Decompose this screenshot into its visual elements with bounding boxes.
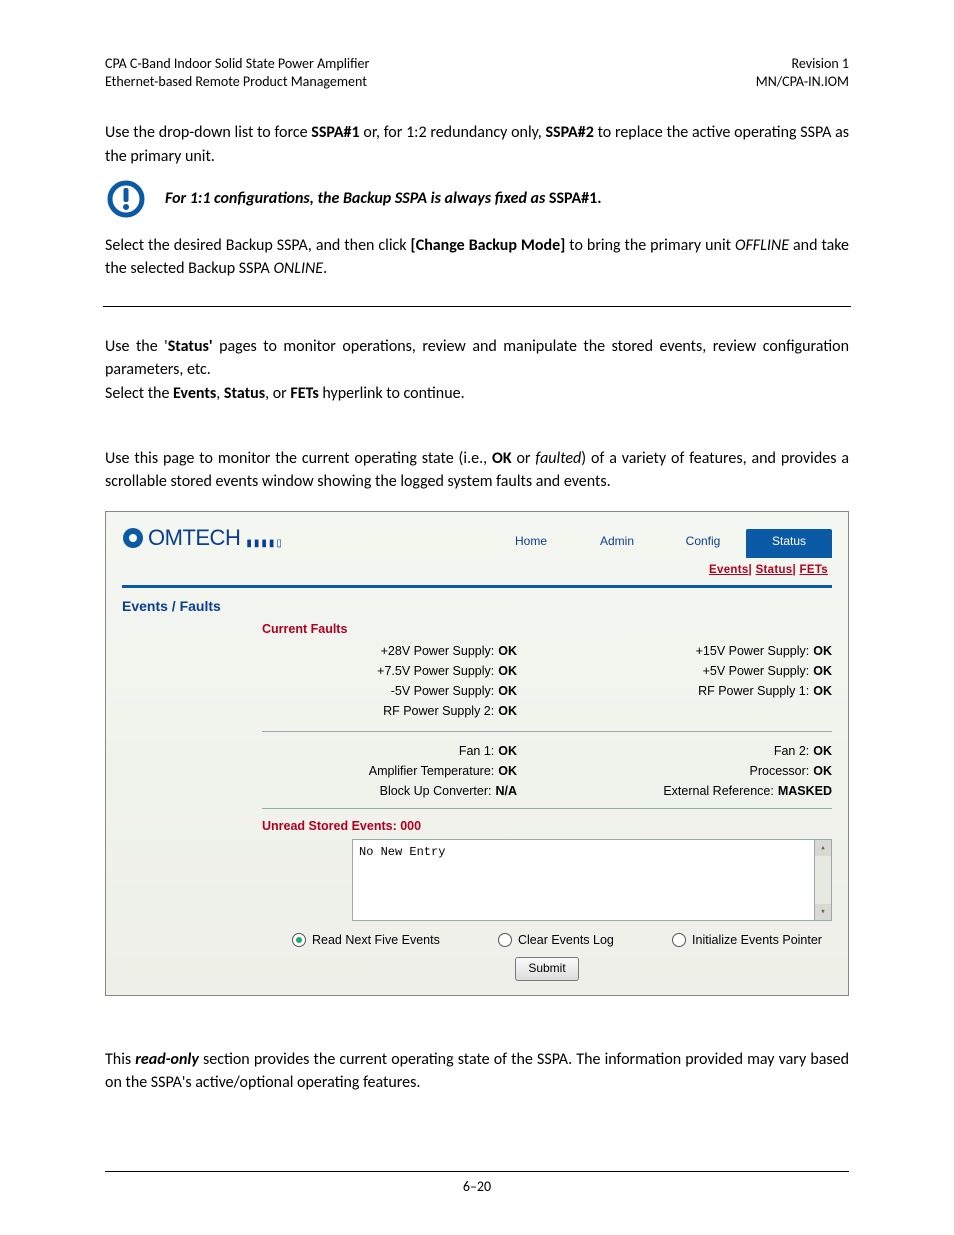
paragraph-select-hyperlink: Select the Events, Status, or FETs hyper… bbox=[105, 382, 849, 405]
paragraph-status-pages: Use the 'Status' pages to monitor operat… bbox=[105, 335, 849, 381]
table-row: +28V Power Supply: OK bbox=[262, 642, 517, 660]
brand-tail-icon: ▮▮▮▮▯ bbox=[246, 537, 284, 552]
table-row: +15V Power Supply: OK bbox=[577, 642, 832, 660]
table-row: Block Up Converter: N/A bbox=[262, 782, 517, 800]
submit-button[interactable]: Submit bbox=[515, 957, 578, 980]
table-row: Fan 2: OK bbox=[577, 742, 832, 760]
table-row: RF Power Supply 1: OK bbox=[577, 682, 832, 700]
table-row: Fan 1: OK bbox=[262, 742, 517, 760]
table-row: -5V Power Supply: OK bbox=[262, 682, 517, 700]
radio-clear-log[interactable]: Clear Events Log bbox=[498, 931, 614, 949]
faults-grid: +28V Power Supply: OK +15V Power Supply:… bbox=[262, 642, 832, 800]
note-text: For 1:1 configurations, the Backup SSPA … bbox=[165, 187, 602, 210]
subtab-fets[interactable]: FETs bbox=[800, 564, 828, 576]
tab-config[interactable]: Config bbox=[660, 529, 746, 558]
tab-home[interactable]: Home bbox=[488, 529, 574, 558]
subtab-status[interactable]: Status bbox=[756, 564, 793, 576]
paragraph-monitor-state: Use this page to monitor the current ope… bbox=[105, 447, 849, 493]
webui-screenshot: OMTECH ▮▮▮▮▯ Home Admin Config Status Ev… bbox=[105, 511, 849, 996]
table-row: +7.5V Power Supply: OK bbox=[262, 662, 517, 680]
page-number: 6–20 bbox=[463, 1178, 491, 1195]
events-action-radios: Read Next Five Events Clear Events Log I… bbox=[292, 931, 822, 949]
page-header: CPA C-Band Indoor Solid State Power Ampl… bbox=[105, 55, 849, 91]
table-row: External Reference: MASKED bbox=[577, 782, 832, 800]
alert-icon bbox=[105, 178, 147, 220]
table-row: Processor: OK bbox=[577, 762, 832, 780]
tab-admin[interactable]: Admin bbox=[574, 529, 660, 558]
radio-read-next[interactable]: Read Next Five Events bbox=[292, 931, 440, 949]
header-left-1: CPA C-Band Indoor Solid State Power Ampl… bbox=[105, 55, 369, 73]
page-footer: 6–20 bbox=[0, 1171, 954, 1195]
brand-logo: OMTECH ▮▮▮▮▯ bbox=[122, 522, 302, 560]
events-log-content: No New Entry bbox=[359, 845, 445, 859]
paragraph-force-sspa: Use the drop-down list to force SSPA#1 o… bbox=[105, 121, 849, 167]
header-right-2: MN/CPA-IN.IOM bbox=[756, 73, 849, 91]
table-row: RF Power Supply 2: OK bbox=[262, 702, 517, 720]
table-row: Amplifier Temperature: OK bbox=[262, 762, 517, 780]
table-row: +5V Power Supply: OK bbox=[577, 662, 832, 680]
header-right-1: Revision 1 bbox=[756, 55, 849, 73]
sub-tabs: Events| Status| FETs bbox=[122, 558, 832, 588]
events-faults-title: Events / Faults bbox=[122, 596, 832, 616]
divider bbox=[262, 808, 832, 809]
header-left-2: Ethernet-based Remote Product Management bbox=[105, 73, 369, 91]
scroll-up-icon[interactable]: ▴ bbox=[815, 840, 831, 856]
note-backup-fixed: For 1:1 configurations, the Backup SSPA … bbox=[105, 178, 849, 220]
scroll-down-icon[interactable]: ▾ bbox=[815, 904, 831, 920]
paragraph-change-backup: Select the desired Backup SSPA, and then… bbox=[105, 234, 849, 280]
radio-icon bbox=[672, 933, 686, 947]
subtab-events[interactable]: Events bbox=[709, 564, 749, 576]
paragraph-readonly: This read-only section provides the curr… bbox=[105, 1048, 849, 1094]
radio-icon bbox=[292, 933, 306, 947]
radio-icon bbox=[498, 933, 512, 947]
unread-events-heading: Unread Stored Events: 000 bbox=[262, 817, 832, 835]
events-log-textarea[interactable]: No New Entry ▴ ▾ bbox=[352, 839, 832, 921]
scrollbar[interactable]: ▴ ▾ bbox=[814, 840, 831, 920]
radio-init-pointer[interactable]: Initialize Events Pointer bbox=[672, 931, 822, 949]
current-faults-heading: Current Faults bbox=[262, 620, 832, 638]
main-tabs: Home Admin Config Status bbox=[488, 529, 832, 560]
section-separator bbox=[103, 306, 851, 307]
tab-status[interactable]: Status bbox=[746, 529, 832, 558]
